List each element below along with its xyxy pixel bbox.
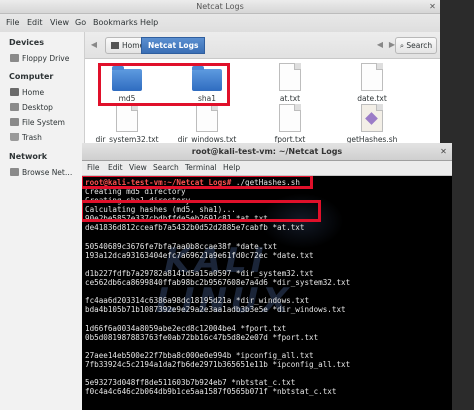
- highlight-box-at-hashes: [82, 200, 321, 222]
- sidebar-item-label: Home: [22, 88, 45, 97]
- location-toolbar: ◀ Home Netcat Logs ◀ ▶ ⌕ Search: [85, 32, 440, 59]
- menu-help[interactable]: Help: [140, 18, 158, 27]
- sidebar-item-label: Floppy Drive: [22, 54, 70, 63]
- chevron-left-icon[interactable]: ◀: [375, 40, 385, 50]
- file-item-at-txt[interactable]: at.txt: [250, 63, 330, 103]
- desktop-background: [440, 0, 474, 143]
- sidebar-item-browse-network[interactable]: Browse Net…: [10, 168, 72, 180]
- highlight-box-command: [82, 176, 313, 189]
- file-item-dir-windows-txt[interactable]: dir_windows.txt: [167, 104, 247, 144]
- file-label: date.txt: [357, 94, 387, 103]
- sidebar-item-label: Trash: [22, 133, 42, 142]
- terminal-line: d1b227fdfb7a29782a8141d5a15a0597 *dir_sy…: [85, 268, 314, 278]
- text-document-icon: [279, 104, 301, 132]
- menu-bookmarks[interactable]: Bookmarks: [93, 18, 138, 27]
- terminal-line: ce562db6ca8699840ffab98bc2b9567608e7a4d6…: [85, 278, 351, 287]
- menu-go[interactable]: Go: [75, 18, 86, 27]
- sidebar-heading-devices: Devices: [9, 38, 44, 47]
- hard-drive-icon: [10, 118, 19, 126]
- text-document-icon: [116, 104, 138, 132]
- desktop-icon: [10, 103, 19, 111]
- file-manager-titlebar[interactable]: Netcat Logs ✕: [0, 0, 440, 14]
- file-manager-menubar: File Edit View Go Bookmarks Help: [0, 14, 440, 32]
- sidebar-item-label: Desktop: [22, 103, 53, 112]
- menu-help[interactable]: Help: [223, 163, 240, 172]
- sidebar-item-desktop[interactable]: Desktop: [10, 103, 53, 115]
- sidebar-heading-computer: Computer: [9, 72, 54, 81]
- terminal-line: 7fb33924c5c2194a1da2fb6de2971b365651e11b…: [85, 359, 351, 369]
- terminal-output[interactable]: KALI LINUX root@kali-test-vm:~/Netcat Lo…: [82, 176, 452, 410]
- terminal-titlebar[interactable]: root@kali-test-vm: ~/Netcat Logs ✕: [82, 143, 452, 161]
- close-icon[interactable]: ✕: [428, 2, 437, 11]
- text-document-icon: [361, 63, 383, 91]
- close-icon[interactable]: ✕: [439, 147, 448, 156]
- search-icon: ⌕: [399, 41, 405, 50]
- terminal-line: 27aee14eb500e22f7bba8c000e0e994b *ipconf…: [85, 350, 314, 360]
- text-document-icon: [279, 63, 301, 91]
- file-item-fport-txt[interactable]: fport.txt: [250, 104, 330, 144]
- sidebar: Devices Floppy Drive Computer Home Deskt…: [0, 32, 85, 410]
- sidebar-heading-network: Network: [9, 152, 48, 161]
- menu-terminal[interactable]: Terminal: [185, 163, 217, 172]
- terminal-line: de41836d812cceafb7a5432b0d52d2885e7cabfb…: [85, 223, 305, 233]
- terminal-line: 0b5d081987883763fe0ab72bb16c47b5d8e2e07d…: [85, 332, 319, 342]
- chevron-left-icon[interactable]: ◀: [89, 40, 99, 50]
- menu-file[interactable]: File: [6, 18, 19, 27]
- network-icon: [10, 168, 19, 176]
- menu-view[interactable]: View: [50, 18, 69, 27]
- file-item-dir-system32-txt[interactable]: dir_system32.txt: [87, 104, 167, 144]
- menu-file[interactable]: File: [87, 163, 100, 172]
- sidebar-item-floppy-drive[interactable]: Floppy Drive: [10, 54, 69, 66]
- terminal-line: fc4aa6d203314c6386a98dc18195d21a *dir_wi…: [85, 296, 310, 306]
- file-item-gethashes-sh[interactable]: getHashes.sh: [332, 104, 412, 144]
- script-icon: [361, 104, 383, 132]
- highlight-box-folders: [98, 63, 230, 106]
- terminal-line: 193a12dca93163404efc7a69621a9e61fd0c72ec…: [85, 250, 314, 260]
- terminal-line: bda4b105b71b1087392e9e29a2e3aa1adb3b3e5e…: [85, 305, 346, 315]
- terminal-window: root@kali-test-vm: ~/Netcat Logs ✕ File …: [82, 143, 452, 410]
- terminal-menubar: File Edit View Search Terminal Help: [82, 161, 452, 176]
- search-button-label: Search: [406, 41, 433, 50]
- file-item-date-txt[interactable]: date.txt: [332, 63, 412, 103]
- home-icon: [10, 88, 19, 96]
- sidebar-item-label: File System: [22, 118, 65, 127]
- home-icon: [111, 42, 119, 49]
- terminal-line: 1d66f6a0034a8059abe2ecd8c12004be4 *fport…: [85, 323, 287, 333]
- sidebar-item-file-system[interactable]: File System: [10, 118, 65, 130]
- menu-search[interactable]: Search: [153, 163, 179, 172]
- trash-icon: [10, 133, 19, 141]
- breadcrumb-netcat-logs[interactable]: Netcat Logs: [141, 37, 206, 54]
- search-button[interactable]: ⌕ Search: [395, 37, 437, 54]
- sidebar-item-home[interactable]: Home: [10, 88, 44, 100]
- file-manager-title: Netcat Logs: [196, 2, 244, 11]
- menu-view[interactable]: View: [129, 163, 147, 172]
- menu-edit[interactable]: Edit: [108, 163, 123, 172]
- floppy-drive-icon: [10, 54, 19, 62]
- terminal-line: 5e93273d048ff8de511603b7b924eb7 *nbtstat…: [85, 378, 296, 388]
- text-document-icon: [196, 104, 218, 132]
- file-label: at.txt: [279, 94, 301, 103]
- terminal-line: 50540689c3676fe7bfa7aa0b8ccae38f *date.t…: [85, 241, 278, 251]
- sidebar-item-label: Browse Net…: [22, 168, 73, 177]
- terminal-line: f0c4a4c646c2b064db9b1ce5aa1587f0565b071f…: [85, 387, 337, 397]
- sidebar-item-trash[interactable]: Trash: [10, 133, 42, 145]
- menu-edit[interactable]: Edit: [27, 18, 43, 27]
- terminal-title: root@kali-test-vm: ~/Netcat Logs: [191, 147, 343, 156]
